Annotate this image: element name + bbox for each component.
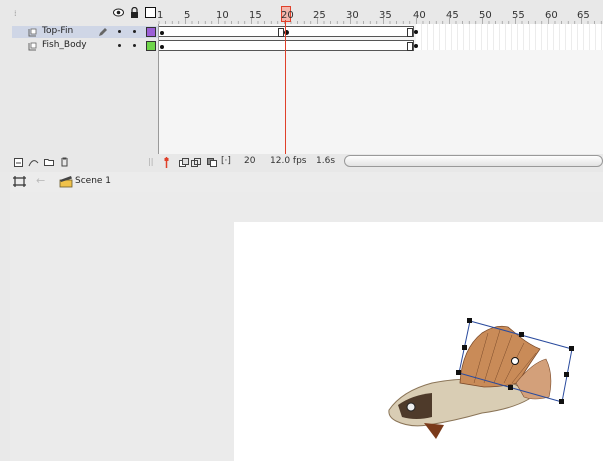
timeline-scrollbar[interactable] (344, 155, 603, 167)
layer-color-swatch[interactable] (146, 41, 156, 51)
ruler-label: 55 (512, 10, 525, 21)
clapperboard-icon (59, 176, 73, 188)
ruler-label: 40 (413, 10, 426, 21)
elapsed-time-readout: 1.6s (316, 156, 336, 166)
onion-skin-outlines-icon[interactable] (191, 158, 201, 167)
ruler-label: 10 (216, 10, 229, 21)
trash-icon[interactable] (60, 157, 69, 167)
lock-dot[interactable] (133, 30, 136, 33)
ruler-label: 15 (249, 10, 262, 21)
frame-rate-readout[interactable]: 12.0 fps (270, 156, 306, 166)
modify-onion-markers-icon[interactable]: [·] (221, 156, 231, 166)
status-separator: || (148, 157, 154, 166)
playhead-frame-label: 20 (281, 10, 294, 21)
frame-ruler[interactable]: 1 5 10 15 25 30 35 40 45 50 55 60 65 20 (0, 4, 603, 24)
playhead-line[interactable] (285, 20, 286, 154)
lock-dot[interactable] (133, 44, 136, 47)
layer-row-fish-body[interactable]: Fish_Body (12, 40, 158, 52)
frame-span[interactable] (158, 40, 414, 51)
center-frame-icon[interactable] (163, 157, 170, 168)
ruler-label: 45 (446, 10, 459, 21)
ruler-label: 25 (313, 10, 326, 21)
edit-multiple-frames-icon[interactable] (207, 158, 217, 167)
layer-row-top-fin[interactable]: Top-Fin (12, 26, 158, 38)
scene-label[interactable]: Scene 1 (75, 176, 111, 186)
frame-grid[interactable] (158, 24, 603, 154)
onion-skin-icon[interactable] (179, 158, 189, 167)
layer-name: Fish_Body (42, 40, 87, 50)
visibility-dot[interactable] (118, 44, 121, 47)
ruler-label: 60 (545, 10, 558, 21)
layer-icon (28, 28, 37, 37)
end-frame-marker[interactable] (407, 28, 413, 37)
ruler-label: 30 (346, 10, 359, 21)
timeline-panel: ⁞ 1 5 10 15 25 30 35 40 45 50 55 60 65 2… (0, 0, 603, 172)
frame-row-top-fin[interactable] (158, 26, 603, 38)
motion-guide-icon[interactable] (28, 157, 39, 167)
ruler-label: 50 (479, 10, 492, 21)
current-frame-readout: 20 (244, 156, 256, 166)
layer-color-swatch[interactable] (146, 27, 156, 37)
new-folder-icon[interactable] (44, 158, 54, 166)
new-layer-icon[interactable] (14, 158, 23, 167)
keyframe-dot[interactable] (414, 44, 418, 48)
fish-artwork[interactable] (384, 317, 584, 442)
timeline-status-bar: || [·] 20 12.0 fps 1.6s (10, 154, 603, 172)
layer-divider (158, 24, 159, 154)
keyframe-dot[interactable] (414, 30, 418, 34)
ruler-label: 1 (157, 10, 164, 21)
edit-bar: ← Scene 1 (10, 172, 603, 192)
keyframe-dot[interactable] (160, 45, 164, 49)
end-frame-marker[interactable] (407, 42, 413, 51)
ruler-label: 65 (577, 10, 590, 21)
visibility-dot[interactable] (118, 30, 121, 33)
pencil-icon (99, 28, 107, 36)
arrow-left-icon[interactable]: ← (36, 174, 45, 187)
ruler-label: 5 (184, 10, 191, 21)
timeline-icon[interactable] (13, 176, 26, 187)
frame-row-fish-body[interactable] (158, 40, 603, 52)
layer-icon (28, 42, 37, 51)
keyframe-dot[interactable] (160, 31, 164, 35)
layer-name: Top-Fin (42, 26, 74, 36)
stage-canvas[interactable] (234, 222, 603, 461)
ruler-label: 35 (379, 10, 392, 21)
